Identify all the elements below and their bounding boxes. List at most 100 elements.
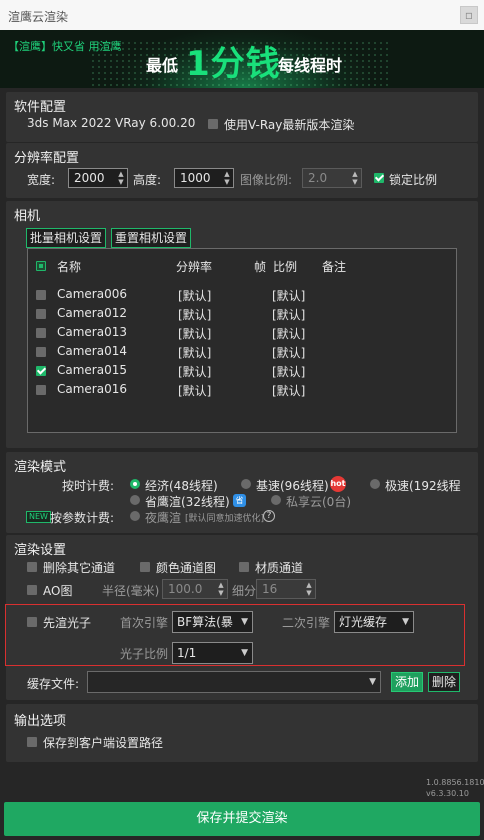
camera-name: Camera015 <box>57 363 127 377</box>
param-billing-label: 按参数计费: <box>50 511 115 525</box>
private-radio <box>271 495 281 505</box>
basic-label[interactable]: 基速(96线程) <box>256 477 329 494</box>
highlight-box <box>5 604 465 666</box>
output-section: 输出选项 保存到客户端设置路径 <box>6 704 478 762</box>
saver-radio[interactable] <box>130 495 140 505</box>
spin-arrows-icon[interactable]: ▲ ▼ <box>223 170 231 186</box>
render-mode-section: 渲染模式 按时计费: 经济(48线程) 基速(96线程) hot 极速(192线… <box>6 452 478 533</box>
save-client-path-checkbox[interactable] <box>27 737 37 747</box>
cache-file-label: 缓存文件: <box>27 677 80 691</box>
color-channel-checkbox[interactable] <box>140 562 150 572</box>
camera-res: [默认] <box>178 308 212 322</box>
economy-label[interactable]: 经济(48线程) <box>145 477 218 494</box>
camera-ratio: [默认] <box>272 308 306 322</box>
material-channel-checkbox[interactable] <box>239 562 249 572</box>
software-heading: 软件配置 <box>14 100 67 115</box>
batch-camera-button[interactable]: 批量相机设置 <box>26 228 107 248</box>
promo-banner[interactable]: 【渲鹰】快又省 用渲鹰 最低 1分钱 每线程时 <box>0 30 484 88</box>
subdiv-input: 16 ▲ ▼ <box>256 579 316 599</box>
width-input[interactable]: 2000 ▲ ▼ <box>68 168 128 188</box>
radius-label: 半径(毫米) <box>102 584 160 598</box>
night-radio[interactable] <box>130 511 140 521</box>
latest-vray-label: 使用V-Ray最新版本渲染 <box>224 118 355 132</box>
version-client: v6.3.30.10 <box>426 789 469 798</box>
latest-vray-checkbox[interactable] <box>208 119 218 129</box>
subdiv-value: 16 <box>262 582 278 596</box>
camera-res: [默认] <box>178 289 212 303</box>
delete-channels-checkbox[interactable] <box>27 562 37 572</box>
delete-cache-button[interactable]: 删除 <box>428 672 461 692</box>
radius-value: 100.0 <box>168 582 203 596</box>
basic-radio[interactable] <box>241 479 251 489</box>
height-value: 1000 <box>180 171 211 185</box>
spin-arrows-icon: ▲ ▼ <box>218 581 224 597</box>
window-title: 渲鹰云渲染 <box>8 10 69 24</box>
row-checkbox[interactable] <box>36 385 46 395</box>
spin-arrows-icon: ▲ ▼ <box>352 170 358 186</box>
reset-camera-button[interactable]: 重置相机设置 <box>111 228 192 248</box>
camera-ratio: [默认] <box>272 327 306 341</box>
chevron-down-icon: ▼ <box>369 677 376 687</box>
new-badge: NEW <box>26 511 51 523</box>
row-checkbox[interactable] <box>36 347 46 357</box>
ratio-input: 2.0 ▲ ▼ <box>302 168 362 188</box>
row-checkbox[interactable] <box>36 290 46 300</box>
camera-ratio: [默认] <box>272 384 306 398</box>
resolution-section: 分辨率配置 宽度: 2000 ▲ ▼ 高度: 1000 ▲ ▼ 图像比例: 2.0 … <box>6 143 478 198</box>
camera-name: Camera014 <box>57 344 127 358</box>
camera-name: Camera013 <box>57 325 127 339</box>
render-mode-heading: 渲染模式 <box>14 460 67 475</box>
cache-file-select[interactable]: ▼ <box>87 671 381 693</box>
software-section: 软件配置 3ds Max 2022 VRay 6.00.20 使用V-Ray最新… <box>6 92 478 142</box>
width-label: 宽度: <box>27 173 56 187</box>
row-checkbox[interactable] <box>36 309 46 319</box>
private-label: 私享云(0台) <box>286 495 351 509</box>
night-note: [默认同意加速优化] <box>185 514 265 524</box>
subdiv-label: 细分 <box>232 584 257 598</box>
economy-radio[interactable] <box>130 479 140 489</box>
banner-price: 1分钱 <box>186 44 281 84</box>
camera-ratio: [默认] <box>272 289 306 303</box>
night-label[interactable]: 夜鹰渲 <box>145 509 181 526</box>
ao-label: AO图 <box>43 584 73 598</box>
version-build: 1.0.8856.18100 <box>426 778 484 787</box>
camera-res: [默认] <box>178 327 212 341</box>
camera-ratio: [默认] <box>272 365 306 379</box>
delete-channels-label: 删除其它通道 <box>43 561 116 575</box>
output-heading: 输出选项 <box>14 714 67 729</box>
saver-label[interactable]: 省鹰渲(32线程) <box>145 493 230 510</box>
col-note: 备注 <box>322 260 347 274</box>
radius-input: 100.0 ▲ ▼ <box>162 579 228 599</box>
camera-list[interactable]: 名称 分辨率 帧 比例 备注 Camera006 [默认] [默认] Camer… <box>27 248 457 433</box>
ao-checkbox[interactable] <box>27 585 37 595</box>
close-icon[interactable]: ▫ <box>460 6 478 24</box>
camera-name: Camera006 <box>57 287 127 301</box>
width-value: 2000 <box>74 171 105 185</box>
camera-section: 相机 批量相机设置 重置相机设置 名称 分辨率 帧 比例 备注 Camera00… <box>6 201 478 448</box>
vray-version: VRay 6.00.20 <box>115 116 196 130</box>
max-version: 3ds Max 2022 <box>27 116 112 130</box>
spin-arrows-icon: ▲ ▼ <box>306 581 312 597</box>
saver-badge-icon: 省 <box>233 494 246 507</box>
material-channel-label: 材质通道 <box>255 561 304 575</box>
col-ratio: 比例 <box>273 260 298 274</box>
spin-arrows-icon[interactable]: ▲ ▼ <box>117 170 125 186</box>
lock-ratio-checkbox[interactable] <box>374 173 384 183</box>
add-cache-button[interactable]: 添加 <box>391 672 424 692</box>
submit-render-button[interactable]: 保存并提交渲染 <box>4 802 480 836</box>
title-bar: 渲鹰云渲染 ▫ <box>0 0 484 30</box>
select-all-checkbox[interactable] <box>36 261 46 271</box>
resolution-heading: 分辨率配置 <box>14 151 80 166</box>
col-resolution: 分辨率 <box>176 260 213 274</box>
camera-res: [默认] <box>178 365 212 379</box>
camera-res: [默认] <box>178 384 212 398</box>
camera-heading: 相机 <box>14 209 41 224</box>
camera-res: [默认] <box>178 346 212 360</box>
lock-ratio-label: 锁定比例 <box>389 173 438 187</box>
row-checkbox[interactable] <box>36 366 46 376</box>
help-icon[interactable]: ? <box>263 510 275 522</box>
height-input[interactable]: 1000 ▲ ▼ <box>174 168 234 188</box>
fast-radio[interactable] <box>370 479 380 489</box>
fast-label[interactable]: 极速(192线程 <box>385 477 461 494</box>
row-checkbox[interactable] <box>36 328 46 338</box>
